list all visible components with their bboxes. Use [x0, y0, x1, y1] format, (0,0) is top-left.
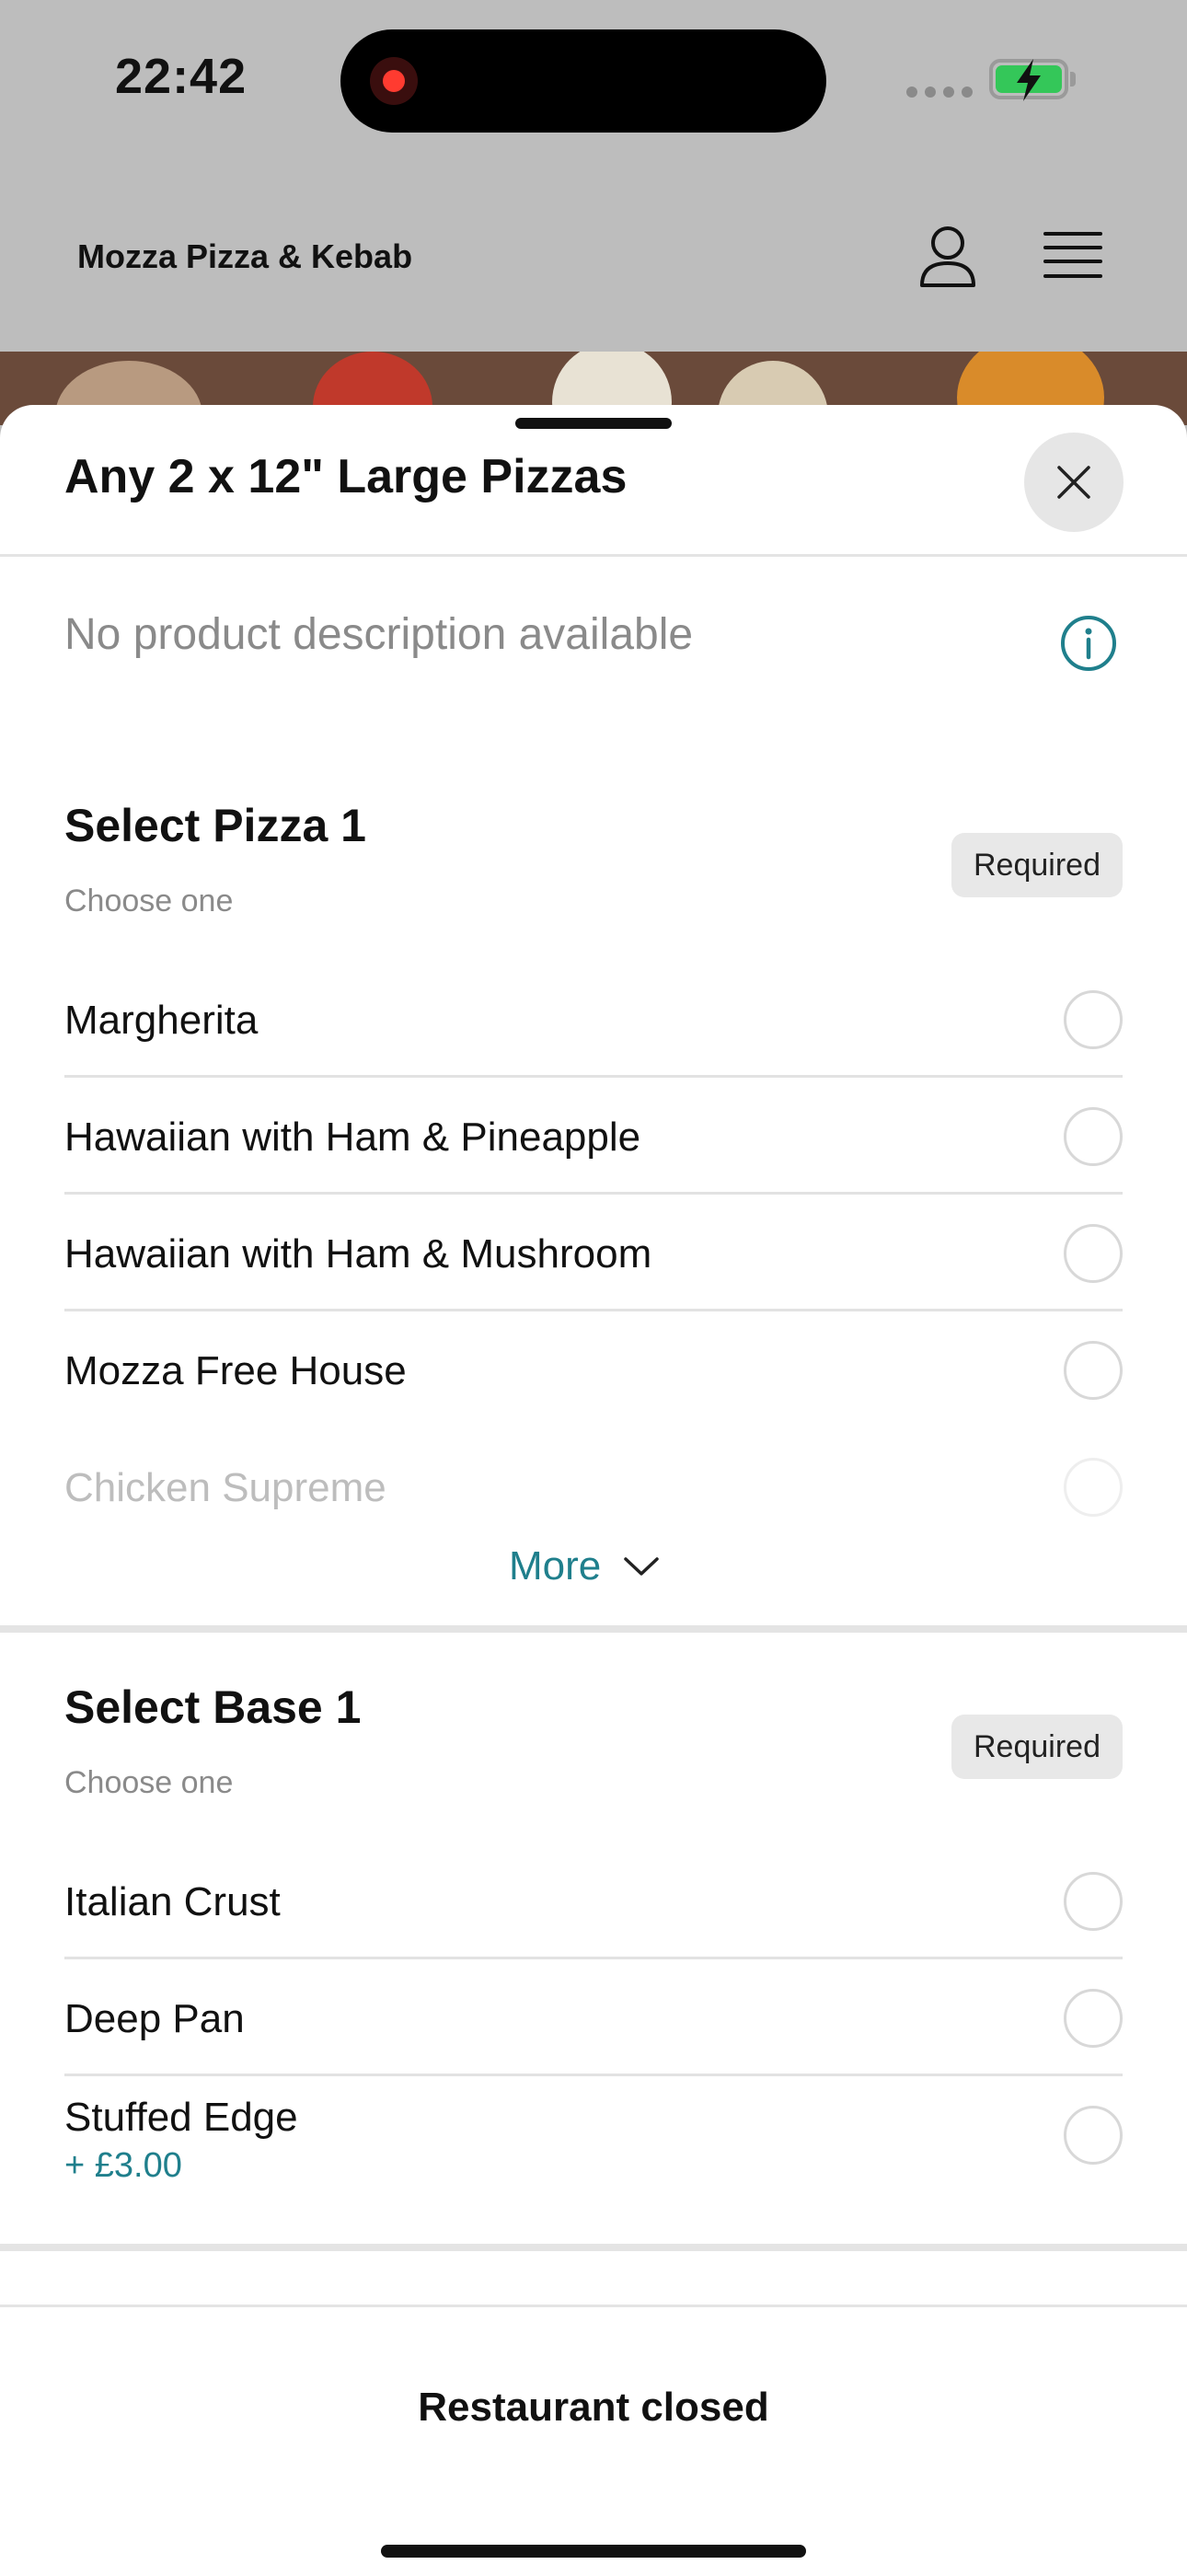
app-header: Mozza Pizza & Kebab [0, 166, 1187, 354]
radio-button[interactable] [1064, 1458, 1123, 1517]
option-label: Mozza Free House [64, 1348, 407, 1393]
restaurant-name[interactable]: Mozza Pizza & Kebab [77, 237, 412, 276]
required-badge: Required [951, 833, 1123, 897]
charging-bolt-icon [1017, 59, 1041, 101]
option-label: Margherita [64, 998, 259, 1043]
cellular-signal-icon [906, 87, 973, 98]
option-stuffed-edge[interactable]: Stuffed Edge + £3.00 [64, 2076, 1123, 2193]
option-hawaiian-pineapple[interactable]: Hawaiian with Ham & Pineapple [64, 1078, 1123, 1195]
product-title: Any 2 x 12" Large Pizzas [64, 450, 628, 503]
home-indicator[interactable] [381, 2545, 806, 2558]
option-label: Chicken Supreme [64, 1465, 386, 1510]
info-icon[interactable] [1060, 615, 1117, 672]
restaurant-closed-label: Restaurant closed [418, 2385, 769, 2430]
option-label: Hawaiian with Ham & Mushroom [64, 1231, 652, 1276]
group-subtitle: Choose one [64, 884, 234, 918]
hamburger-menu-icon[interactable] [1043, 230, 1102, 282]
footer-bar: Restaurant closed [0, 2305, 1187, 2576]
divider [0, 554, 1187, 557]
radio-button[interactable] [1064, 1107, 1123, 1166]
radio-button[interactable] [1064, 1989, 1123, 2048]
more-button[interactable]: More [509, 1537, 660, 1596]
chevron-down-icon [624, 1557, 659, 1576]
radio-button[interactable] [1064, 1872, 1123, 1931]
sheet-grabber[interactable] [515, 418, 672, 429]
close-button[interactable] [1024, 433, 1124, 532]
radio-button[interactable] [1064, 1341, 1123, 1400]
option-chicken-supreme[interactable]: Chicken Supreme [64, 1428, 1123, 1545]
group-subtitle: Choose one [64, 1765, 234, 1800]
status-bar: 22:42 [0, 0, 1187, 166]
recording-icon [370, 57, 418, 105]
option-label: Italian Crust [64, 1879, 281, 1924]
option-deep-pan[interactable]: Deep Pan [64, 1959, 1123, 2076]
person-icon[interactable] [918, 225, 977, 289]
option-label: Stuffed Edge [64, 2095, 298, 2140]
product-sheet: Any 2 x 12" Large Pizzas No product desc… [0, 405, 1187, 2573]
status-time: 22:42 [115, 49, 248, 104]
dynamic-island [340, 29, 826, 133]
group-title-pizza-1: Select Pizza 1 [64, 800, 366, 851]
option-italian-crust[interactable]: Italian Crust [64, 1842, 1123, 1959]
close-icon [1057, 466, 1090, 499]
section-divider [0, 1625, 1187, 1633]
radio-button[interactable] [1064, 990, 1123, 1049]
option-mozza-free-house[interactable]: Mozza Free House [64, 1311, 1123, 1428]
group-title-base-1: Select Base 1 [64, 1681, 362, 1733]
option-label: Deep Pan [64, 1996, 245, 2041]
option-label: Hawaiian with Ham & Pineapple [64, 1115, 641, 1160]
section-divider [0, 2244, 1187, 2251]
radio-button[interactable] [1064, 2106, 1123, 2165]
battery-icon [989, 59, 1068, 101]
option-hawaiian-mushroom[interactable]: Hawaiian with Ham & Mushroom [64, 1195, 1123, 1311]
option-price: + £3.00 [64, 2146, 182, 2185]
option-margherita[interactable]: Margherita [64, 961, 1123, 1078]
radio-button[interactable] [1064, 1224, 1123, 1283]
required-badge: Required [951, 1715, 1123, 1779]
more-label: More [509, 1543, 602, 1588]
product-description: No product description available [64, 610, 694, 659]
